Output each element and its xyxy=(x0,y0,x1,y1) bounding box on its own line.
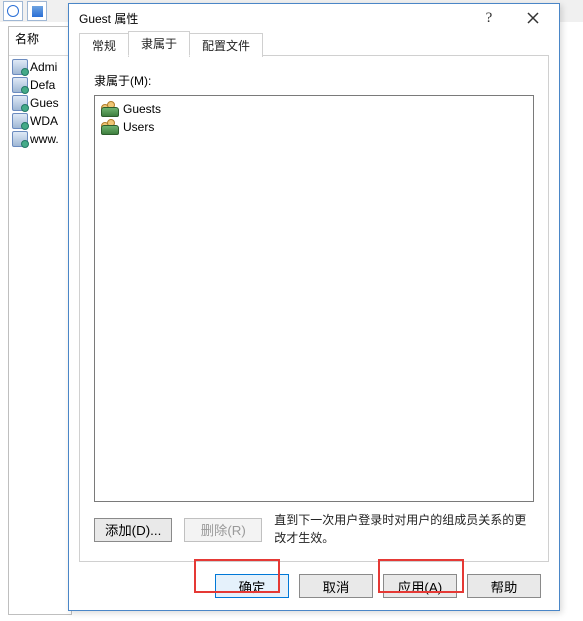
list-item[interactable]: Defa xyxy=(9,76,71,94)
dialog-button-row: 确定 取消 应用(A) 帮助 xyxy=(79,562,549,602)
column-header-name[interactable]: 名称 xyxy=(9,27,71,56)
dialog-body: 常规 隶属于 配置文件 隶属于(M): Guests Users xyxy=(69,32,559,610)
group-icon xyxy=(101,101,117,117)
user-icon xyxy=(12,113,28,129)
group-item-label: Users xyxy=(123,120,154,134)
group-icon xyxy=(101,119,117,135)
user-icon xyxy=(12,59,28,75)
tab-member-of[interactable]: 隶属于 xyxy=(128,31,190,56)
titlebar-help-button[interactable]: ? xyxy=(467,5,511,31)
user-icon xyxy=(12,77,28,93)
toolbar-help-icon[interactable] xyxy=(3,1,23,21)
tab-page-member-of: 隶属于(M): Guests Users 添加(D)... 删除(R) xyxy=(79,56,549,562)
list-item-label: Gues xyxy=(30,96,59,110)
users-list: Admi Defa Gues WDA www. xyxy=(9,56,71,150)
group-item[interactable]: Guests xyxy=(101,100,527,118)
remove-button: 删除(R) xyxy=(184,518,262,542)
tabbar: 常规 隶属于 配置文件 xyxy=(79,32,549,56)
properties-dialog: Guest 属性 ? 常规 隶属于 配置文件 隶属于(M): Guests xyxy=(68,3,560,611)
member-of-label: 隶属于(M): xyxy=(94,72,534,89)
group-item-label: Guests xyxy=(123,102,161,116)
tab-profile[interactable]: 配置文件 xyxy=(189,33,263,57)
user-icon xyxy=(12,131,28,147)
add-button[interactable]: 添加(D)... xyxy=(94,518,172,542)
close-icon xyxy=(527,12,539,24)
dialog-title: Guest 属性 xyxy=(79,10,467,27)
list-item-label: Defa xyxy=(30,78,55,92)
relogon-hint: 直到下一次用户登录时对用户的组成员关系的更改才生效。 xyxy=(274,512,534,547)
list-item[interactable]: www. xyxy=(9,130,71,148)
ok-button[interactable]: 确定 xyxy=(215,574,289,598)
help-button[interactable]: 帮助 xyxy=(467,574,541,598)
apply-button[interactable]: 应用(A) xyxy=(383,574,457,598)
tab-general[interactable]: 常规 xyxy=(79,33,129,57)
cancel-button[interactable]: 取消 xyxy=(299,574,373,598)
list-item-label: www. xyxy=(30,132,59,146)
user-icon xyxy=(12,95,28,111)
close-button[interactable] xyxy=(511,5,555,31)
add-remove-row: 添加(D)... 删除(R) 直到下一次用户登录时对用户的组成员关系的更改才生效… xyxy=(94,512,534,547)
list-item-label: WDA xyxy=(30,114,58,128)
list-item-label: Admi xyxy=(30,60,57,74)
users-list-panel: 名称 Admi Defa Gues WDA www. xyxy=(8,26,72,615)
list-item[interactable]: Admi xyxy=(9,58,71,76)
group-item[interactable]: Users xyxy=(101,118,527,136)
toolbar-properties-icon[interactable] xyxy=(27,1,47,21)
titlebar[interactable]: Guest 属性 ? xyxy=(69,4,559,32)
list-item[interactable]: Gues xyxy=(9,94,71,112)
list-item[interactable]: WDA xyxy=(9,112,71,130)
group-listbox[interactable]: Guests Users xyxy=(94,95,534,502)
